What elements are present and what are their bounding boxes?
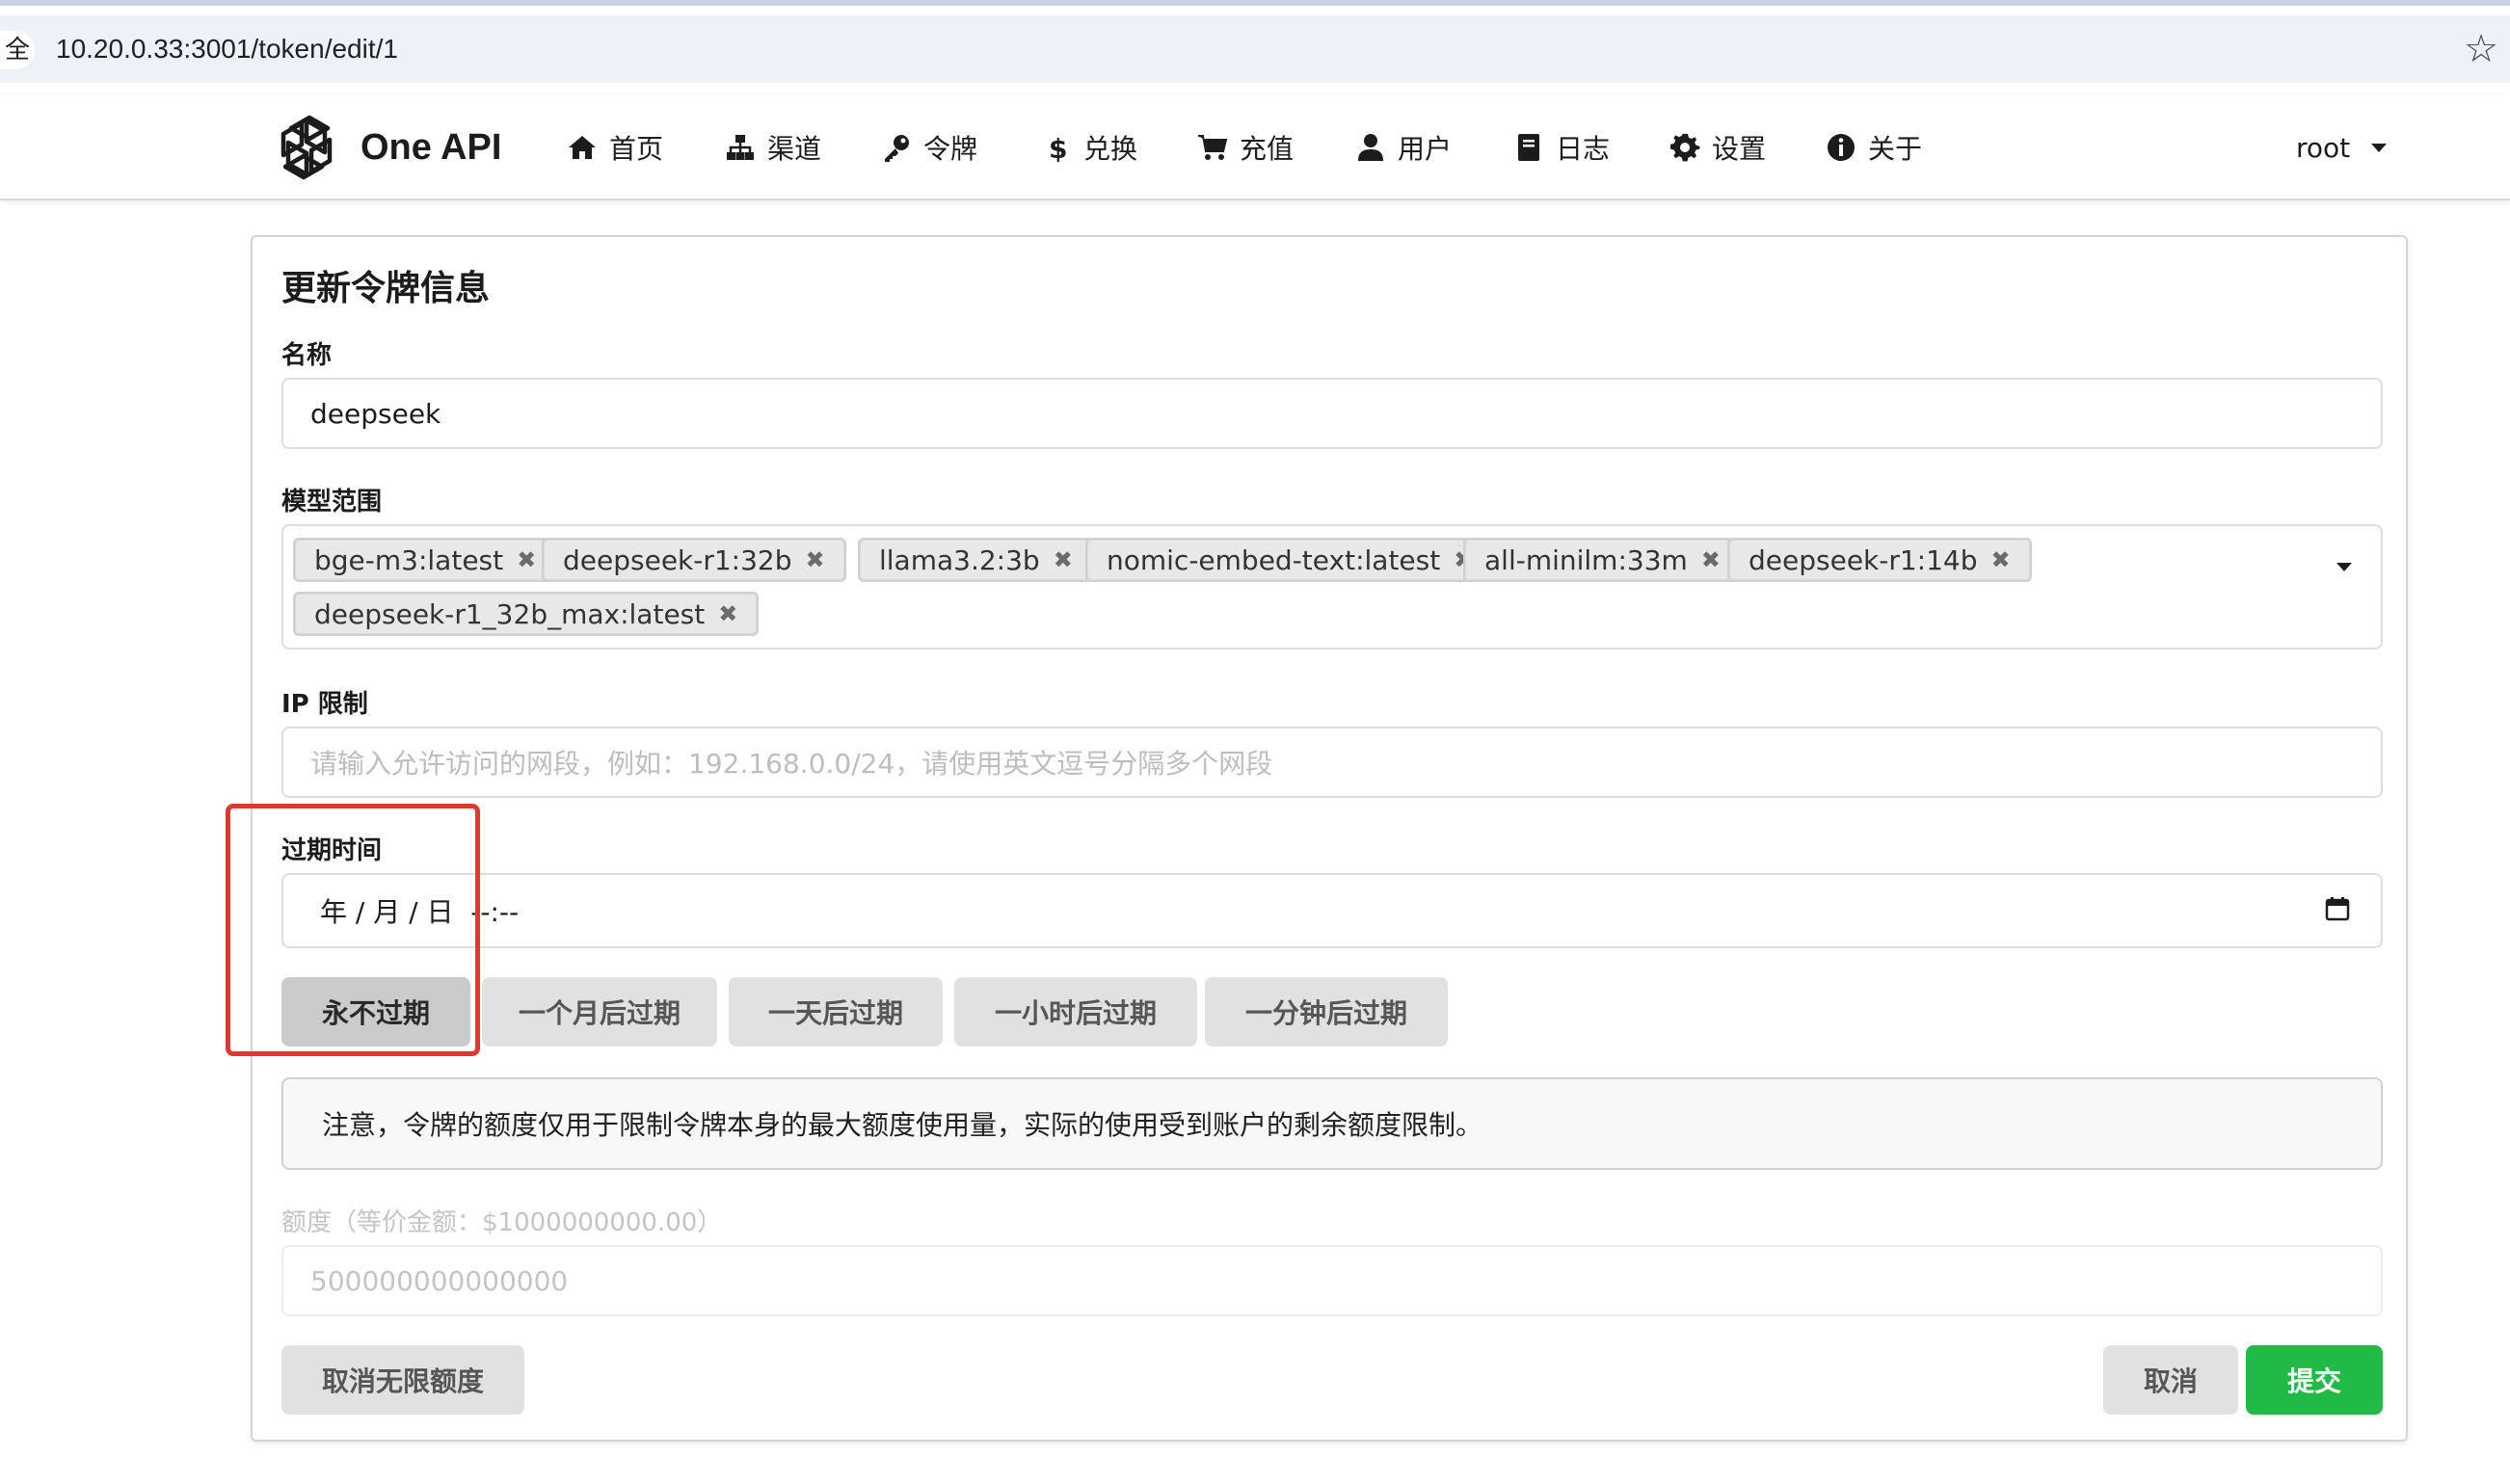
info-icon (1826, 132, 1856, 163)
site-info-icon[interactable]: 全 (0, 31, 35, 69)
nav-redeem-label: 兑换 (1083, 133, 1138, 165)
annotation-highlight-box (226, 804, 480, 1056)
dollar-icon: $ (1041, 132, 1072, 163)
home-icon (567, 132, 598, 163)
nav-about[interactable]: 关于 (1826, 123, 1922, 172)
sitemap-icon (725, 132, 756, 163)
ip-label: IP 限制 (281, 690, 368, 719)
gear-icon (1669, 132, 1700, 163)
key-icon (881, 132, 912, 163)
nav-redeem[interactable]: $ 兑换 (1041, 123, 1137, 172)
expire-one-month-button[interactable]: 一个月后过期 (482, 977, 717, 1047)
nav-home-label: 首页 (609, 133, 664, 165)
model-chip[interactable]: deepseek-r1:14b ✖ (1727, 538, 2032, 582)
nav-topup-label: 充值 (1240, 133, 1295, 165)
nav-tokens[interactable]: 令牌 (881, 123, 977, 172)
user-menu[interactable]: root (2296, 123, 2388, 172)
openai-logo-icon (280, 115, 333, 180)
svg-text:$: $ (1049, 133, 1067, 163)
remove-icon[interactable]: ✖ (1701, 546, 1721, 573)
page-title: 更新令牌信息 (281, 269, 491, 308)
url-text[interactable]: 10.20.0.33:3001/token/edit/1 (56, 29, 398, 69)
nav-users-label: 用户 (1398, 133, 1453, 165)
model-chip[interactable]: all-minilm:33m ✖ (1463, 538, 1742, 582)
nav-logs[interactable]: 日志 (1513, 123, 1610, 172)
tab-edge (0, 0, 2510, 6)
nav-topup[interactable]: 充值 (1197, 123, 1294, 172)
bookmark-star-icon[interactable]: ☆ (2464, 27, 2498, 71)
footer (0, 1469, 2510, 1484)
app-header: One API 首页 渠道 令牌 $ 兑换 充值 用户 日志 设置 关于 roo… (0, 94, 2510, 200)
nav-home[interactable]: 首页 (567, 123, 663, 172)
name-label: 名称 (281, 341, 333, 370)
token-edit-card: 更新令牌信息 名称 deepseek 模型范围 bge-m3:latest ✖ d… (251, 235, 2408, 1442)
remove-icon[interactable]: ✖ (718, 600, 737, 627)
expire-one-day-button[interactable]: 一天后过期 (729, 977, 943, 1047)
calendar-icon[interactable] (2325, 896, 2350, 921)
model-chip[interactable]: bge-m3:latest ✖ (293, 538, 558, 582)
remove-icon[interactable]: ✖ (1991, 546, 2011, 573)
nav-tokens-label: 令牌 (923, 133, 978, 165)
remove-icon[interactable]: ✖ (806, 546, 825, 573)
nav-channels-label: 渠道 (767, 133, 822, 165)
chevron-down-icon[interactable] (2336, 563, 2352, 571)
cancel-button[interactable]: 取消 (2103, 1345, 2238, 1415)
browser-tab-strip (0, 0, 2510, 6)
expire-one-minute-button[interactable]: 一分钟后过期 (1205, 977, 1448, 1047)
user-icon (1355, 132, 1386, 163)
nav-settings-label: 设置 (1712, 133, 1767, 165)
unlimited-quota-toggle-button[interactable]: 取消无限额度 (281, 1345, 524, 1415)
nav-logs-label: 日志 (1556, 133, 1611, 165)
nav-about-label: 关于 (1868, 133, 1923, 165)
book-icon (1513, 132, 1544, 163)
nav-settings[interactable]: 设置 (1669, 123, 1766, 172)
model-chip[interactable]: nomic-embed-text:latest✖ (1085, 538, 1495, 582)
models-label: 模型范围 (281, 488, 383, 517)
address-bar[interactable]: 全 10.20.0.33:3001/token/edit/1 ☆ (0, 15, 2510, 83)
brand-name: One API (360, 126, 502, 168)
remove-icon[interactable]: ✖ (517, 546, 536, 573)
models-multiselect[interactable]: bge-m3:latest ✖ deepseek-r1:32b ✖ llama3.2… (281, 524, 2383, 649)
chevron-down-icon (2371, 143, 2388, 152)
expire-datetime-input[interactable]: 年 / 月 / 日 --:-- (281, 873, 2383, 948)
expire-one-hour-button[interactable]: 一小时后过期 (954, 977, 1197, 1047)
username: root (2296, 131, 2351, 164)
cart-icon (1197, 132, 1228, 163)
model-chip[interactable]: deepseek-r1:32b ✖ (542, 538, 846, 582)
nav-users[interactable]: 用户 (1355, 123, 1452, 172)
quota-input[interactable]: 500000000000000 (281, 1245, 2383, 1316)
nav-channels[interactable]: 渠道 (725, 123, 821, 172)
ip-whitelist-input[interactable]: 请输入允许访问的网段，例如：192.168.0.0/24，请使用英文逗号分隔多个… (281, 727, 2383, 798)
brand[interactable]: One API (272, 112, 501, 183)
name-input[interactable]: deepseek (281, 378, 2383, 449)
model-chip[interactable]: deepseek-r1_32b_max:latest ✖ (293, 592, 760, 636)
remove-icon[interactable]: ✖ (1054, 546, 1073, 573)
quota-label: 额度（等价金额：$1000000000.00） (281, 1208, 723, 1237)
submit-button[interactable]: 提交 (2246, 1345, 2383, 1415)
quota-notice: 注意，令牌的额度仅用于限制令牌本身的最大额度使用量，实际的使用受到账户的剩余额度… (281, 1077, 2383, 1170)
model-chip[interactable]: llama3.2:3b ✖ (858, 538, 1094, 582)
